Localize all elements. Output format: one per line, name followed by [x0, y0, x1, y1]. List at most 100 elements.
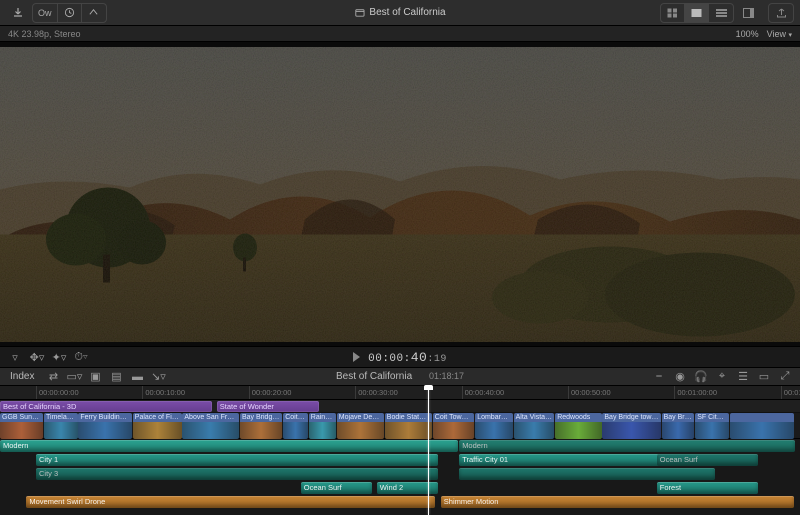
ruler-tick: 00:00:40:00	[462, 386, 505, 399]
clip-thumbnail	[0, 422, 43, 439]
rows-icon	[716, 8, 727, 18]
overwrite-tool[interactable]: ▬	[128, 369, 146, 385]
transform-button[interactable]: ✥▿	[28, 349, 46, 365]
clip-appearance-button[interactable]: ▭	[755, 369, 773, 385]
timecode-display[interactable]: 00:00:40:19	[368, 350, 447, 365]
audio-clip[interactable]: Modern	[459, 440, 795, 452]
title-lane[interactable]: Best of California - 3D State of Wonder	[0, 400, 800, 413]
background-tasks-button[interactable]	[58, 4, 82, 22]
audio-lane[interactable]: Ocean Surf Wind 2 Forest	[0, 481, 800, 495]
trim-tool[interactable]: ⇄	[44, 369, 62, 385]
video-clip[interactable]: Alta Vista Park	[514, 413, 555, 439]
grid-icon	[667, 8, 678, 18]
video-clip[interactable]: Palace of Fine Arts	[133, 413, 182, 439]
video-clip[interactable]: Coit To…	[283, 413, 308, 439]
solo-button[interactable]: 🎧	[692, 369, 710, 385]
timeline-button[interactable]	[709, 4, 733, 22]
import-button[interactable]	[6, 4, 30, 22]
clip-label: Bodie State Park	[385, 413, 432, 422]
export-icon	[776, 8, 787, 18]
audio-clip[interactable]: City 1	[36, 454, 438, 466]
video-clip[interactable]: Bay Bridge	[662, 413, 695, 439]
title-clip[interactable]: Best of California - 3D	[0, 401, 212, 412]
video-clip[interactable]: Rainbow	[309, 413, 336, 439]
video-clip[interactable]	[730, 413, 794, 439]
audio-skimming-button[interactable]: ◉	[671, 369, 689, 385]
clip-thumbnail	[78, 422, 132, 439]
clip-label: GGB Sunset	[0, 413, 43, 422]
audio-lane[interactable]: City 3	[0, 467, 800, 481]
arrow-tool[interactable]: ↘▿	[149, 369, 167, 385]
audio-lane[interactable]: ModernModern	[0, 439, 800, 453]
format-bar: 4K 23.98p, Stereo 100% View ▾	[0, 26, 800, 42]
clip-thumbnail	[555, 422, 601, 439]
play-button[interactable]	[353, 352, 360, 362]
clip-label: Bay Bridge Sunset	[240, 413, 282, 422]
preview-frame	[0, 47, 800, 342]
title-clip[interactable]: State of Wonder	[217, 401, 319, 412]
clip-thumbnail	[283, 422, 308, 439]
inspector-button[interactable]	[736, 4, 760, 22]
audio-clip[interactable]: Modern	[0, 440, 458, 452]
video-clip[interactable]: Mojave Desert	[337, 413, 384, 439]
clip-label: Palace of Fine Arts	[133, 413, 182, 422]
view-menu[interactable]: View ▾	[767, 29, 792, 39]
audio-clip[interactable]: Ocean Surf	[657, 454, 759, 466]
fullscreen-button[interactable]: ⤢	[776, 369, 794, 385]
inspector-icon	[743, 8, 754, 18]
video-clip[interactable]: Above San Francisco	[182, 413, 239, 439]
audio-clip[interactable]: Shimmer Motion	[441, 496, 795, 508]
snapping-button[interactable]: ⌖	[713, 369, 731, 385]
clip-thumbnail	[695, 422, 729, 439]
share-button[interactable]	[82, 4, 106, 22]
video-clip[interactable]: Coit Tower Sunset	[433, 413, 475, 439]
onscreen-controls-button[interactable]: ▿	[6, 349, 24, 365]
ruler-tick: 00:00:10:00	[142, 386, 185, 399]
insert-tool[interactable]: ▣	[86, 369, 104, 385]
audio-clip[interactable]	[459, 468, 715, 480]
audio-clip[interactable]: City 3	[36, 468, 438, 480]
clip-thumbnail	[133, 422, 182, 439]
connect-tool[interactable]: ▭▿	[65, 369, 83, 385]
video-clip[interactable]: Lombard St	[475, 413, 513, 439]
clip-label: Lombard St	[475, 413, 513, 422]
primary-storyline[interactable]: GGB SunsetTimelapse GGBFerry Building Pa…	[0, 413, 800, 439]
audio-lane[interactable]: Movement Swirl Drone Shimmer Motion	[0, 495, 800, 509]
audio-clip[interactable]: Movement Swirl Drone	[26, 496, 435, 508]
video-clip[interactable]: Bay Bridge toward SF	[602, 413, 660, 439]
ruler-tick: 00:00:00:00	[36, 386, 79, 399]
video-clip[interactable]: Timelapse GGB	[44, 413, 78, 439]
clip-thumbnail	[309, 422, 336, 439]
zoom-level[interactable]: 100%	[736, 29, 759, 39]
timeline-index-button[interactable]: Index	[6, 371, 38, 382]
keyword-editor-button[interactable]: Ow	[33, 4, 58, 22]
video-clip[interactable]: Ferry Building Part 2	[78, 413, 132, 439]
connected-audio-lanes[interactable]: ModernModernCity 1Traffic City 01Ocean S…	[0, 439, 800, 509]
retime-button[interactable]: ⏱▿	[72, 349, 90, 365]
skimming-button[interactable]: ⎯	[650, 369, 668, 385]
ruler-tick: 00:00:50:00	[568, 386, 611, 399]
enhance-button[interactable]: ✦▿	[50, 349, 68, 365]
clip-thumbnail	[44, 422, 78, 439]
clip-thumbnail	[730, 422, 794, 439]
append-tool[interactable]: ▤	[107, 369, 125, 385]
audio-clip[interactable]: Ocean Surf	[301, 482, 372, 494]
audio-clip[interactable]: Forest	[657, 482, 759, 494]
timeline[interactable]: 00:00:00:0000:00:10:0000:00:20:0000:00:3…	[0, 386, 800, 515]
share-destination-button[interactable]	[769, 4, 793, 22]
browser-button[interactable]	[685, 4, 709, 22]
audio-clip[interactable]: Wind 2	[377, 482, 439, 494]
library-sidebar-button[interactable]	[661, 4, 685, 22]
video-clip[interactable]: Bodie State Park	[385, 413, 432, 439]
project-title: Best of California	[369, 7, 445, 18]
video-clip[interactable]: Redwoods	[555, 413, 601, 439]
audio-lane[interactable]: City 1Traffic City 01Ocean Surf	[0, 453, 800, 467]
ruler[interactable]: 00:00:00:0000:00:10:0000:00:20:0000:00:3…	[0, 386, 800, 400]
ruler-tick: 00:01:00:00	[674, 386, 717, 399]
clip-thumbnail	[662, 422, 695, 439]
clip-thumbnail	[240, 422, 282, 439]
lane-toggle-button[interactable]: ☰	[734, 369, 752, 385]
video-clip[interactable]: GGB Sunset	[0, 413, 43, 439]
video-clip[interactable]: Bay Bridge Sunset	[240, 413, 282, 439]
video-clip[interactable]: SF City…	[695, 413, 729, 439]
